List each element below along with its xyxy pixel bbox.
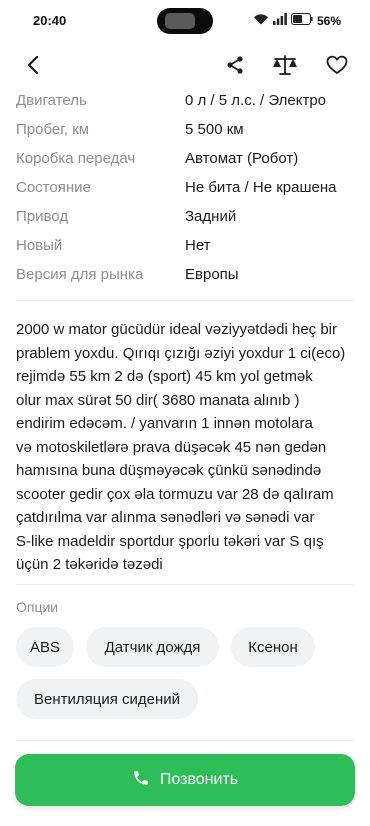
spec-row-condition: Состояние Не бита / Не крашена [16,173,354,202]
spec-row-market: Версия для рынка Европы [16,260,354,289]
description-line: scooter gedir çox əla tormuzu var 28 də … [16,485,334,503]
wifi-icon [253,12,269,30]
spec-value: Не бита / Не крашена [185,179,337,196]
signal-icon [273,12,287,30]
spec-row-mileage: Пробег, км 5 500 км [16,115,354,144]
description-line: hamısına buna düşməyəcək çünkü sənədində [16,462,322,479]
status-icons: 56% [253,12,341,30]
spec-label: Коробка передач [16,150,136,167]
spec-label: Пробег, км [16,121,90,138]
description-line: çatdırılma var alınma sənədləri və sənəd… [16,509,315,526]
option-chip-abs[interactable]: ABS [16,627,74,667]
status-bar: 20:40 56% [0,0,370,42]
spec-value: Задний [185,208,237,225]
compare-scales-icon[interactable] [270,50,300,80]
share-icon[interactable] [220,50,250,80]
option-chip-xenon[interactable]: Ксенон [231,627,315,667]
divider [16,740,354,741]
options-title: Опции [16,599,59,615]
status-time: 20:40 [33,13,67,28]
description-line: 2000 w mator gücüdür ideal vəziyyətdədi … [16,321,338,338]
description-line: S-like madeldir sportdur şporlu təkəri v… [16,532,324,550]
phone-icon [132,769,150,792]
description-line: prablem yoxdu. Qırıqı çızığı əziyi yoxdu… [16,344,346,362]
description-line: endirim edəcəm. / yanvarın 1 innən motol… [16,415,313,432]
description-line: rejimdə 55 km 2 də (sport) 45 km yol get… [16,368,313,385]
battery-percent: 56% [317,14,342,28]
call-button-label: Позвонить [159,771,239,788]
spec-value: Автомат (Робот) [185,150,299,167]
description-line: və motoskiletlərə prava düşəcək 45 nən g… [16,438,327,456]
back-arrow-icon[interactable] [18,50,48,80]
spec-value: Европы [185,266,239,283]
description-line: üçün 2 təkəridə təzədi [16,556,163,573]
spec-label: Состояние [16,179,91,196]
top-toolbar [0,46,370,86]
specs-list: Двигатель 0 л / 5 л.с. / Электро Пробег,… [16,86,354,289]
spec-row-drive: Привод Задний [16,202,354,231]
spec-value: Нет [185,237,211,254]
battery-icon [291,12,313,30]
spec-label: Привод [16,208,69,225]
spec-row-engine: Двигатель 0 л / 5 л.с. / Электро [16,86,354,115]
description-text: 2000 w mator gücüdür ideal vəziyyətdədi … [16,318,356,577]
option-chip-rain-sensor[interactable]: Датчик дождя [86,627,219,667]
description-line: olur max sürət 50 dir( 3680 manata alını… [16,391,300,409]
divider [16,300,354,301]
spec-label: Версия для рынка [16,266,144,283]
spec-value: 5 500 км [185,121,244,138]
camera-pill [157,8,213,34]
spec-label: Новый [16,237,63,254]
call-button[interactable]: Позвонить [15,754,355,806]
spec-row-new: Новый Нет [16,231,354,260]
favorite-heart-icon[interactable] [322,50,352,80]
divider [16,584,354,585]
spec-value: 0 л / 5 л.с. / Электро [185,92,327,109]
spec-label: Двигатель [16,92,87,109]
spec-row-transmission: Коробка передач Автомат (Робот) [16,144,354,173]
option-chip-seat-ventilation[interactable]: Вентиляция сидений [16,679,198,719]
